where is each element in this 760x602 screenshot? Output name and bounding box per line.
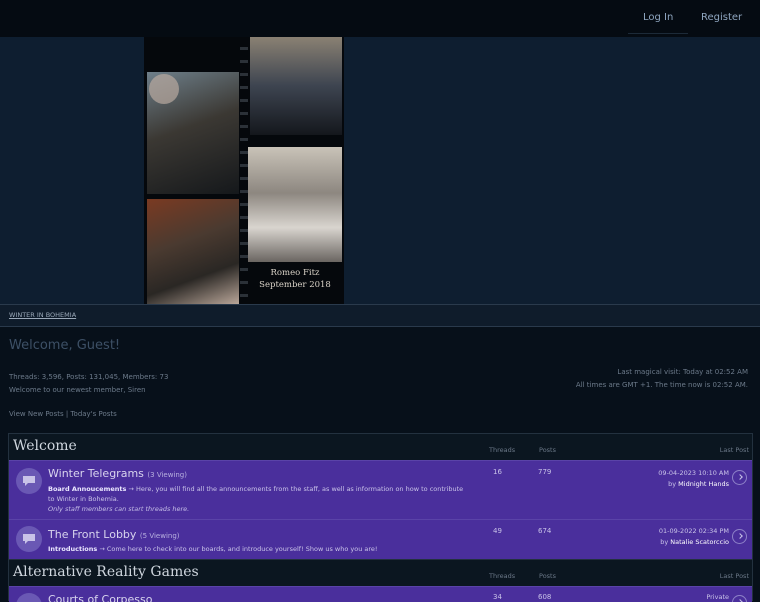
banner-photo-4 xyxy=(147,199,239,304)
col-posts-header: Posts xyxy=(539,572,556,580)
banner-photo-3 xyxy=(248,147,342,262)
chevron-right-icon[interactable] xyxy=(732,470,747,485)
film-strip xyxy=(240,37,248,304)
thread-count: 49 xyxy=(493,527,502,535)
category-title[interactable]: Welcome xyxy=(13,438,77,454)
subforum-link[interactable]: Board Annoucements xyxy=(48,485,126,493)
todays-posts-link[interactable]: Today's Posts xyxy=(70,410,116,418)
last-post-user[interactable]: Midnight Hands xyxy=(678,480,729,488)
forum-title[interactable]: Winter Telegrams (3 Viewing) xyxy=(48,467,187,480)
viewing-count: (5 Viewing) xyxy=(139,532,180,540)
newest-member: Welcome to our newest member, Siren xyxy=(9,385,146,394)
last-post-user[interactable]: Natalie Scatorccio xyxy=(670,538,729,546)
forum-row-winter-telegrams[interactable]: Winter Telegrams (3 Viewing) Board Annou… xyxy=(9,460,752,519)
last-post-date: 01-09-2022 02:34 PM xyxy=(658,527,729,535)
banner-caption-line2: September 2018 xyxy=(259,280,331,290)
timezone-info: All times are GMT +1. The time now is 02… xyxy=(575,380,748,389)
view-new-posts-link[interactable]: View New Posts xyxy=(9,410,64,418)
speech-bubble-icon xyxy=(16,593,42,602)
thread-count: 16 xyxy=(493,468,502,476)
register-link[interactable]: Register xyxy=(701,12,742,23)
forum-title-text[interactable]: The Front Lobby xyxy=(48,528,136,541)
col-threads-header: Threads xyxy=(489,446,516,454)
post-count: 779 xyxy=(538,468,552,476)
login-underline xyxy=(628,33,688,34)
speech-bubble-icon xyxy=(16,468,42,494)
header-banner: Romeo Fitz September 2018 xyxy=(0,37,760,304)
breadcrumb-bar: WINTER IN BOHEMIA xyxy=(0,304,760,327)
banner-photo-1 xyxy=(147,72,239,194)
last-post: Private xyxy=(706,592,729,602)
speech-bubble-icon xyxy=(16,526,42,552)
link-separator: | xyxy=(65,410,69,418)
last-post-date: 09-04-2023 10:10 AM xyxy=(658,469,729,477)
last-post: 09-04-2023 10:10 AM by Midnight Hands xyxy=(658,468,729,490)
viewing-count: (3 Viewing) xyxy=(147,471,187,479)
top-nav-bar: Log In Register xyxy=(0,0,760,37)
last-post-by: by xyxy=(660,538,669,546)
forum-description: Introductions → Come here to check into … xyxy=(48,544,468,554)
last-post: 01-09-2022 02:34 PM by Natalie Scatorcci… xyxy=(659,526,729,548)
login-link[interactable]: Log In xyxy=(643,12,673,23)
category-title[interactable]: Alternative Reality Games xyxy=(13,564,199,580)
category-header: Alternative Reality Games Threads Posts … xyxy=(9,560,752,586)
chevron-right-icon[interactable] xyxy=(732,595,747,602)
welcome-heading: Welcome, Guest! xyxy=(9,338,121,353)
post-count: 674 xyxy=(538,527,552,535)
col-lastpost-header: Last Post xyxy=(719,446,749,454)
forum-title[interactable]: The Front Lobby (5 Viewing) xyxy=(48,528,180,541)
last-post-by: by xyxy=(668,480,677,488)
time-info: Last magical visit: Today at 02:52 AM Al… xyxy=(576,366,748,391)
forum-desc-text: → Come here to check into our boards, an… xyxy=(97,545,378,553)
banner-collage: Romeo Fitz September 2018 xyxy=(144,37,344,304)
chevron-right-icon[interactable] xyxy=(732,529,747,544)
category-arg: Alternative Reality Games Threads Posts … xyxy=(8,559,753,602)
col-lastpost-header: Last Post xyxy=(719,572,749,580)
subforum-link[interactable]: Introductions xyxy=(48,545,97,553)
forum-note: Only staff members can start threads her… xyxy=(48,505,190,513)
category-header: Welcome Threads Posts Last Post xyxy=(9,434,752,460)
category-welcome: Welcome Threads Posts Last Post Winter T… xyxy=(8,433,753,559)
last-visit: Last magical visit: Today at 02:52 AM xyxy=(617,368,748,376)
board-stats: Threads: 3,596, Posts: 131,045, Members:… xyxy=(9,371,168,396)
quick-links: View New Posts | Today's Posts xyxy=(9,410,117,418)
forum-title-text[interactable]: Courts of Corpesso xyxy=(48,593,152,602)
breadcrumb[interactable]: WINTER IN BOHEMIA xyxy=(9,311,76,319)
stats-counts: Threads: 3,596, Posts: 131,045, Members:… xyxy=(9,373,169,381)
banner-caption: Romeo Fitz September 2018 xyxy=(248,267,342,291)
forum-title-text[interactable]: Winter Telegrams xyxy=(48,467,144,480)
last-post-date: Private xyxy=(706,593,729,601)
col-threads-header: Threads xyxy=(489,572,516,580)
banner-caption-line1: Romeo Fitz xyxy=(270,268,320,278)
forum-title[interactable]: Courts of Corpesso xyxy=(48,593,152,602)
forum-description: Board Annoucements → Here, you will find… xyxy=(48,484,468,514)
forum-row-front-lobby[interactable]: The Front Lobby (5 Viewing) Introduction… xyxy=(9,519,752,559)
col-posts-header: Posts xyxy=(539,446,556,454)
banner-photo-2 xyxy=(250,37,342,135)
